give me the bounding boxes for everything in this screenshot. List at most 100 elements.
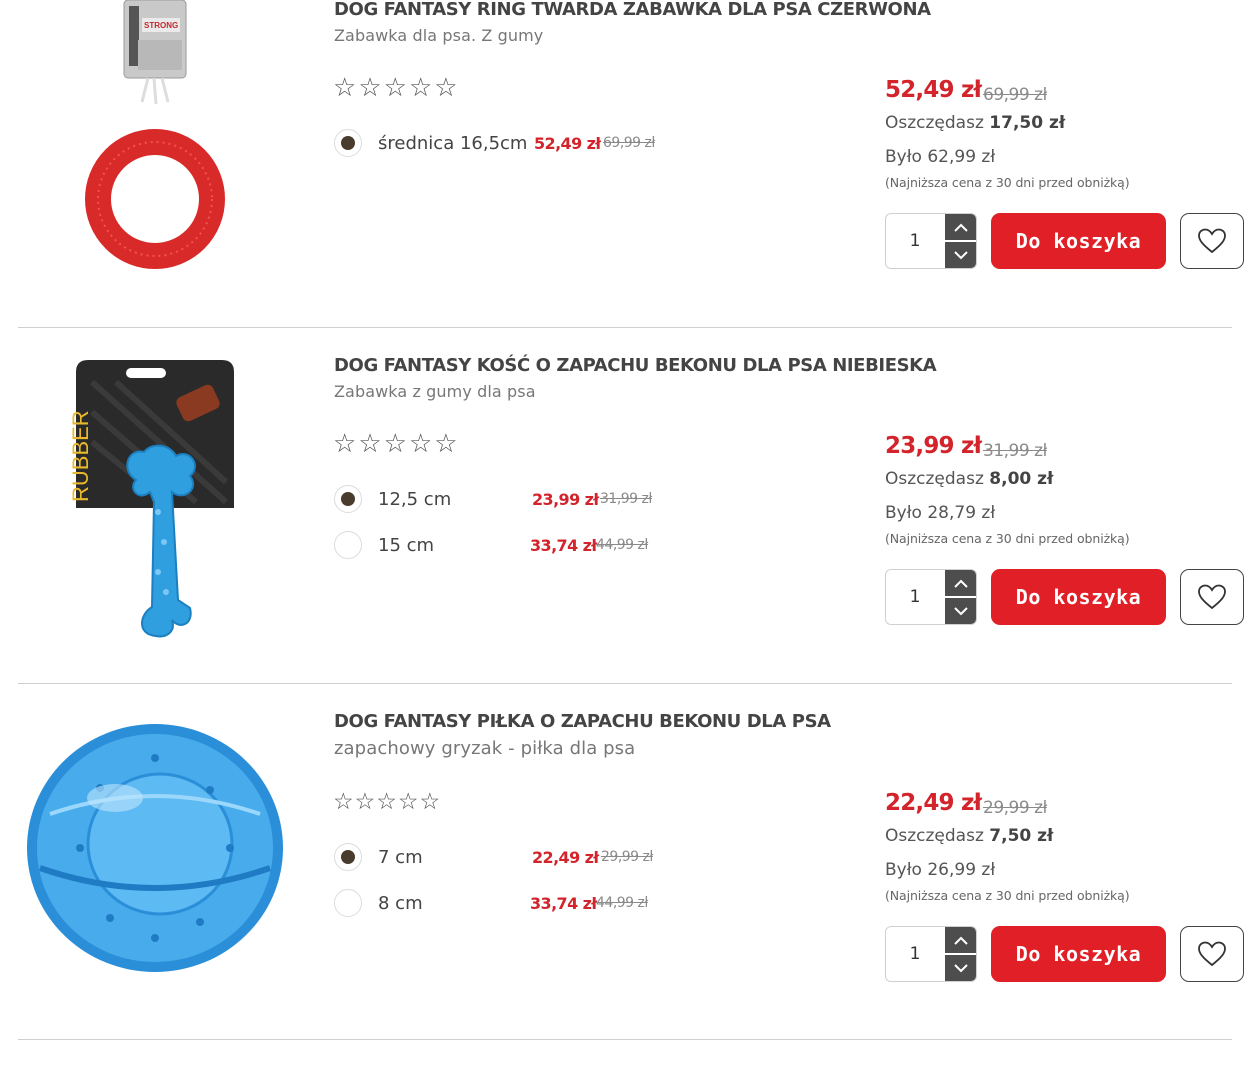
heart-icon xyxy=(1198,584,1226,610)
product-subtitle: zapachowy gryzak - piłka dla psa xyxy=(334,738,636,759)
variant-radio[interactable] xyxy=(334,843,362,871)
star-icon[interactable]: ☆ xyxy=(358,430,381,456)
variant-option[interactable]: 15 cm 33,74 zł 44,99 zł xyxy=(334,530,648,560)
divider xyxy=(18,1039,1232,1040)
star-icon[interactable]: ☆ xyxy=(333,430,356,456)
variant-label: średnica 16,5cm xyxy=(378,132,528,154)
packaging-text: RUBBER xyxy=(68,410,93,502)
star-icon[interactable]: ☆ xyxy=(409,430,432,456)
variant-label: 7 cm xyxy=(378,846,423,868)
quantity-input[interactable]: 1 xyxy=(886,570,944,624)
star-icon[interactable]: ☆ xyxy=(384,430,407,456)
variant-price: 22,49 zł xyxy=(532,847,599,867)
star-icon[interactable]: ☆ xyxy=(398,790,419,813)
product-card: RUBBER DOG FANTASY KOŚĆ O ZAPACHU BEKONU… xyxy=(0,346,1250,702)
previous-price-text: Było 62,99 zł xyxy=(885,147,996,167)
chevron-down-icon xyxy=(954,250,968,259)
variant-old-price: 29,99 zł xyxy=(601,849,653,865)
chevron-up-icon xyxy=(954,579,968,588)
star-icon[interactable]: ☆ xyxy=(376,790,397,813)
previous-price-text: Było 28,79 zł xyxy=(885,503,996,523)
star-icon[interactable]: ☆ xyxy=(358,74,381,100)
red-ring-toy-image[interactable]: STRONG xyxy=(72,0,242,280)
variant-price: 33,74 zł xyxy=(530,535,597,555)
current-price: 52,49 zł xyxy=(885,77,982,103)
add-to-wishlist-button[interactable] xyxy=(1180,569,1244,625)
variant-old-price: 44,99 zł xyxy=(596,895,648,911)
product-title[interactable]: DOG FANTASY KOŚĆ O ZAPACHU BEKONU DLA PS… xyxy=(334,355,937,376)
product-card: DOG FANTASY PIŁKA O ZAPACHU BEKONU DLA P… xyxy=(0,702,1250,1058)
variant-radio[interactable] xyxy=(334,485,362,513)
quantity-stepper[interactable]: 1 xyxy=(885,213,977,269)
quantity-input[interactable]: 1 xyxy=(886,214,944,268)
rating-stars[interactable]: ☆ ☆ ☆ ☆ ☆ xyxy=(333,790,440,813)
lowest-price-note: (Najniższa cena z 30 dni przed obniżką) xyxy=(885,531,1130,546)
savings-text: Oszczędasz 7,50 zł xyxy=(885,826,1053,846)
variant-label: 8 cm xyxy=(378,892,423,914)
variant-option[interactable]: 7 cm 22,49 zł 29,99 zł xyxy=(334,842,653,872)
current-price: 23,99 zł xyxy=(885,433,982,459)
savings-text: Oszczędasz 8,00 zł xyxy=(885,469,1053,489)
quantity-increase-button[interactable] xyxy=(945,570,976,596)
blue-ball-toy-image[interactable] xyxy=(20,718,290,978)
quantity-stepper[interactable]: 1 xyxy=(885,926,977,982)
star-icon[interactable]: ☆ xyxy=(434,430,457,456)
variant-radio[interactable] xyxy=(334,531,362,559)
chevron-down-icon xyxy=(954,963,968,972)
rating-stars[interactable]: ☆ ☆ ☆ ☆ ☆ xyxy=(333,430,458,456)
previous-price-text: Było 26,99 zł xyxy=(885,860,996,880)
variant-label: 15 cm xyxy=(378,534,435,556)
variant-old-price: 69,99 zł xyxy=(603,135,655,151)
savings-amount: 8,00 zł xyxy=(989,469,1054,489)
star-icon[interactable]: ☆ xyxy=(333,74,356,100)
variant-option[interactable]: 12,5 cm 23,99 zł 31,99 zł xyxy=(334,484,652,514)
product-subtitle: Zabawka z gumy dla psa xyxy=(334,382,536,401)
add-to-cart-button[interactable]: Do koszyka xyxy=(991,213,1166,269)
quantity-decrease-button[interactable] xyxy=(945,598,976,624)
blue-bone-toy-image[interactable]: RUBBER xyxy=(66,352,246,642)
variant-option[interactable]: 8 cm 33,74 zł 44,99 zł xyxy=(334,888,648,918)
old-price: 31,99 zł xyxy=(983,441,1047,461)
star-icon[interactable]: ☆ xyxy=(384,74,407,100)
product-subtitle: Zabawka dla psa. Z gumy xyxy=(334,26,544,45)
quantity-increase-button[interactable] xyxy=(945,927,976,953)
quantity-stepper[interactable]: 1 xyxy=(885,569,977,625)
add-to-cart-button[interactable]: Do koszyka xyxy=(991,569,1166,625)
chevron-up-icon xyxy=(954,936,968,945)
savings-amount: 17,50 zł xyxy=(989,113,1066,133)
variant-radio[interactable] xyxy=(334,889,362,917)
variant-price: 33,74 zł xyxy=(530,893,597,913)
variant-radio[interactable] xyxy=(334,129,362,157)
quantity-decrease-button[interactable] xyxy=(945,955,976,981)
add-to-cart-button[interactable]: Do koszyka xyxy=(991,926,1166,982)
star-icon[interactable]: ☆ xyxy=(409,74,432,100)
add-to-wishlist-button[interactable] xyxy=(1180,926,1244,982)
heart-icon xyxy=(1198,941,1226,967)
quantity-increase-button[interactable] xyxy=(945,214,976,240)
star-icon[interactable]: ☆ xyxy=(420,790,441,813)
variant-option[interactable]: średnica 16,5cm 52,49 zł 69,99 zł xyxy=(334,128,655,158)
chevron-down-icon xyxy=(954,606,968,615)
divider xyxy=(18,327,1232,328)
variant-price: 52,49 zł xyxy=(534,133,601,153)
star-icon[interactable]: ☆ xyxy=(355,790,376,813)
heart-icon xyxy=(1198,228,1226,254)
current-price: 22,49 zł xyxy=(885,790,982,816)
savings-amount: 7,50 zł xyxy=(989,826,1054,846)
savings-text: Oszczędasz 17,50 zł xyxy=(885,113,1065,133)
savings-label: Oszczędasz xyxy=(885,469,984,489)
lowest-price-note: (Najniższa cena z 30 dni przed obniżką) xyxy=(885,888,1130,903)
quantity-input[interactable]: 1 xyxy=(886,927,944,981)
variant-price: 23,99 zł xyxy=(532,489,599,509)
product-card: STRONG DOG FANTASY RING TWARDA ZABAWKA D… xyxy=(0,0,1250,346)
quantity-decrease-button[interactable] xyxy=(945,242,976,268)
rating-stars[interactable]: ☆ ☆ ☆ ☆ ☆ xyxy=(333,74,458,100)
product-title[interactable]: DOG FANTASY RING TWARDA ZABAWKA DLA PSA … xyxy=(334,0,931,20)
chevron-up-icon xyxy=(954,223,968,232)
star-icon[interactable]: ☆ xyxy=(333,790,354,813)
variant-label: 12,5 cm xyxy=(378,488,452,510)
add-to-wishlist-button[interactable] xyxy=(1180,213,1244,269)
old-price: 69,99 zł xyxy=(983,85,1047,105)
star-icon[interactable]: ☆ xyxy=(434,74,457,100)
product-title[interactable]: DOG FANTASY PIŁKA O ZAPACHU BEKONU DLA P… xyxy=(334,711,831,732)
